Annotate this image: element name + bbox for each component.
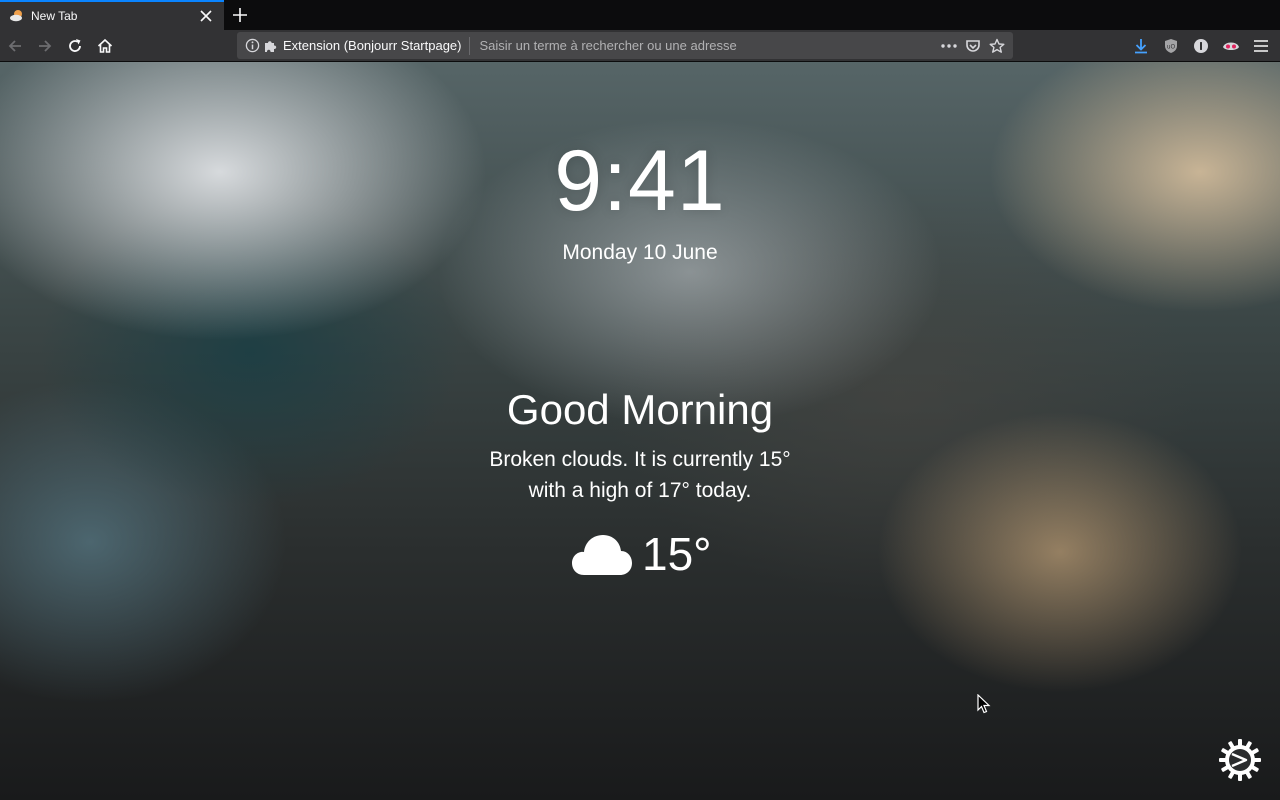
bookmark-star-icon — [989, 38, 1005, 53]
svg-text:uO: uO — [1167, 44, 1176, 51]
reload-button[interactable] — [63, 34, 87, 58]
tab-title: New Tab — [31, 9, 78, 23]
reload-icon — [69, 39, 81, 52]
page-actions — [937, 32, 1013, 59]
ublock-icon: uO — [1165, 39, 1177, 53]
weather-description: Broken clouds. It is currently 15° with … — [0, 444, 1280, 506]
mouse-cursor-icon — [977, 694, 991, 714]
bookmark-button[interactable] — [985, 34, 1009, 58]
downloads-button[interactable] — [1126, 34, 1156, 58]
privacy-badger-icon — [1223, 42, 1239, 50]
identity-label: Extension (Bonjourr Startpage) — [283, 38, 462, 53]
puzzle-icon — [265, 40, 277, 52]
plus-icon — [233, 8, 247, 22]
cloud-icon — [572, 535, 632, 575]
address-input[interactable] — [470, 38, 937, 53]
clock: 9:41 — [554, 133, 726, 229]
nav-toolbar: Extension (Bonjourr Startpage) uO — [0, 30, 1280, 62]
info-icon — [245, 38, 260, 53]
pocket-button[interactable] — [961, 34, 985, 58]
greeting: Good Morning — [506, 386, 774, 433]
new-tab-button[interactable] — [228, 3, 252, 27]
weather-widget: 15° — [572, 527, 712, 581]
page-actions-button[interactable] — [937, 34, 961, 58]
weather-description-line-1: Broken clouds. It is currently 15° — [489, 448, 791, 471]
temperature: 15° — [642, 528, 712, 580]
tab-strip: New Tab — [0, 0, 1280, 30]
home-icon — [97, 38, 113, 53]
date: Monday 10 June — [562, 241, 718, 264]
download-icon — [1135, 39, 1147, 54]
more-icon — [941, 43, 957, 48]
back-icon — [8, 40, 21, 52]
back-button[interactable] — [3, 34, 27, 58]
menu-icon — [1254, 40, 1268, 52]
startpage-content: 9:41 Monday 10 June Good Morning Broken … — [0, 62, 1280, 800]
app-menu-button[interactable] — [1246, 34, 1276, 58]
close-tab-icon[interactable] — [196, 6, 216, 26]
settings-button[interactable] — [1218, 738, 1262, 782]
tab-new-tab[interactable]: New Tab — [0, 0, 224, 30]
home-button[interactable] — [93, 34, 117, 58]
pocket-icon — [966, 39, 980, 52]
weather-description-line-2: with a high of 17° today. — [528, 479, 752, 502]
bonjourr-favicon-icon — [9, 8, 25, 24]
privacy-badger-button[interactable] — [1216, 34, 1246, 58]
gear-icon — [1219, 739, 1261, 781]
forward-icon — [39, 40, 52, 52]
ublock-button[interactable]: uO — [1156, 34, 1186, 58]
onepassword-button[interactable] — [1186, 34, 1216, 58]
toolbar-extensions: uO — [1126, 34, 1276, 58]
url-bar[interactable]: Extension (Bonjourr Startpage) — [237, 32, 1013, 59]
identity-box[interactable]: Extension (Bonjourr Startpage) — [237, 32, 461, 59]
forward-button[interactable] — [33, 34, 57, 58]
onepassword-icon — [1194, 39, 1208, 53]
